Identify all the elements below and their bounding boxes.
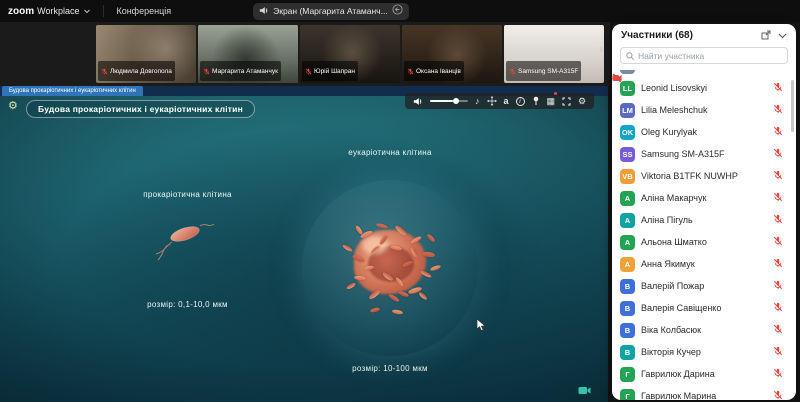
tile-name-badge: Маргарита Атаманчук xyxy=(200,61,281,81)
presentation-slide: ⚙ Будова прокаріотичних і еукаріотичних … xyxy=(0,96,608,402)
app-titlebar: zoom Workplace Конференція Экран (Маргар… xyxy=(0,0,800,22)
pin-icon[interactable] xyxy=(532,96,540,106)
eukaryote-label: еукаріотична клітина xyxy=(325,148,455,157)
volume-slider-knob[interactable] xyxy=(453,98,459,104)
notification-dot xyxy=(554,92,557,95)
scrollbar-thumb[interactable] xyxy=(791,80,794,132)
grid-glyph: ▦ xyxy=(547,93,556,109)
mouse-cursor xyxy=(476,318,487,337)
share-toolbar: ♪ a i ▦ ⚙ xyxy=(405,93,594,109)
organelle xyxy=(392,309,404,315)
participants-title: Участники (68) xyxy=(621,30,754,41)
tab-shared-screen[interactable]: Экран (Маргарита Атаманч... xyxy=(253,3,409,20)
volume-icon[interactable] xyxy=(413,97,423,106)
zoom-workplace-logo: zoom Workplace xyxy=(8,6,79,17)
mic-muted-icon xyxy=(203,62,210,80)
mic-muted-icon xyxy=(305,62,312,80)
chevron-down-icon[interactable] xyxy=(83,7,91,15)
participant-search xyxy=(620,47,788,64)
mic-muted-icon xyxy=(407,62,414,80)
float-window-icon[interactable] xyxy=(392,2,403,20)
grid-view-icon[interactable]: ▦ xyxy=(547,93,556,109)
tile-name-badge: Оксана Іванців xyxy=(404,61,464,81)
participants-header: Участники (68) xyxy=(612,24,796,46)
volume-slider-fill xyxy=(430,100,453,102)
video-tiles: Людмила Довгопола Маргарита Атаманчук Юр… xyxy=(96,25,604,83)
shared-screen-area: Будова прокаріотичних і еукаріотичних кл… xyxy=(0,86,608,402)
organelle xyxy=(346,282,357,290)
tile-name-badge: Samsung SM-A315F xyxy=(506,61,581,81)
organelle xyxy=(426,233,436,243)
prokaryotic-cell-illustration xyxy=(148,214,218,269)
volume-slider[interactable] xyxy=(430,100,468,102)
participant-name: Людмила Довгопола xyxy=(110,68,172,75)
organelle xyxy=(370,307,381,313)
titlebar-divider xyxy=(103,5,104,17)
video-tile[interactable]: Samsung SM-A315F xyxy=(504,25,604,83)
tab-conference[interactable]: Конференція xyxy=(116,6,171,16)
organelle xyxy=(388,293,400,303)
eukaryote-size-label: розмір: 10-100 мкм xyxy=(320,364,460,373)
tile-name-badge: Юрій Шапран xyxy=(302,61,358,81)
camera-off-icon xyxy=(612,70,796,400)
video-tile[interactable]: Юрій Шапран xyxy=(300,25,400,83)
video-tile[interactable]: Маргарита Атаманчук xyxy=(198,25,298,83)
video-tile[interactable]: Людмила Довгопола xyxy=(96,25,196,83)
slide-title: Будова прокаріотичних і еукаріотичних кл… xyxy=(26,100,255,118)
participant-row[interactable]: Г Гаврилюк Марина xyxy=(612,385,796,400)
tile-name-badge: Людмила Довгопола xyxy=(98,61,175,81)
prokaryote-size-label: розмір: 0,1-10,0 мкм xyxy=(125,300,250,309)
fullscreen-icon[interactable] xyxy=(562,97,571,106)
organelle xyxy=(376,223,389,230)
shared-window-tab[interactable]: Будова прокаріотичних і еукаріотичних кл… xyxy=(2,86,143,96)
slide-gear-icon[interactable]: ⚙ xyxy=(8,99,18,112)
video-strip: Людмила Довгопола Маргарита Атаманчук Юр… xyxy=(0,22,610,86)
participant-name: Samsung SM-A315F xyxy=(518,68,578,75)
info-icon[interactable]: i xyxy=(516,97,525,106)
camera-icon[interactable] xyxy=(578,382,591,400)
mic-muted-icon xyxy=(101,62,108,80)
search-input[interactable] xyxy=(638,51,782,61)
organelle xyxy=(354,225,363,235)
organelle xyxy=(430,264,442,272)
tab-shared-screen-label: Экран (Маргарита Атаманч... xyxy=(273,6,388,16)
move-icon[interactable] xyxy=(487,96,497,106)
next-participants-chevron-icon[interactable]: › xyxy=(599,43,603,55)
organelle xyxy=(354,275,366,280)
collapse-chevron-icon[interactable] xyxy=(778,31,787,40)
organelle xyxy=(342,244,354,253)
music-note-icon[interactable]: ♪ xyxy=(475,93,480,109)
participant-name: Оксана Іванців xyxy=(416,68,461,75)
workplace-logo-text: Workplace xyxy=(37,6,79,16)
settings-gear-icon[interactable]: ⚙ xyxy=(578,93,586,109)
speaker-icon xyxy=(259,2,269,20)
video-tile[interactable]: Оксана Іванців xyxy=(402,25,502,83)
search-icon xyxy=(626,47,634,65)
organelle xyxy=(418,291,428,300)
prokaryote-label: прокаріотична клітина xyxy=(130,190,245,199)
mic-muted-icon xyxy=(509,62,516,80)
eukaryotic-cell-illustration xyxy=(302,180,478,356)
annotate-icon[interactable]: a xyxy=(504,93,509,109)
participant-name: Маргарита Атаманчук xyxy=(212,68,278,75)
participants-panel: Участники (68) LL Leon xyxy=(612,24,796,400)
zoom-logo-text: zoom xyxy=(8,6,34,17)
participant-list: LL Leonid Lisovskyi LM Lilia Meleshchuk … xyxy=(612,70,796,400)
participant-name: Юрій Шапран xyxy=(314,68,355,75)
popout-icon[interactable] xyxy=(761,30,771,40)
